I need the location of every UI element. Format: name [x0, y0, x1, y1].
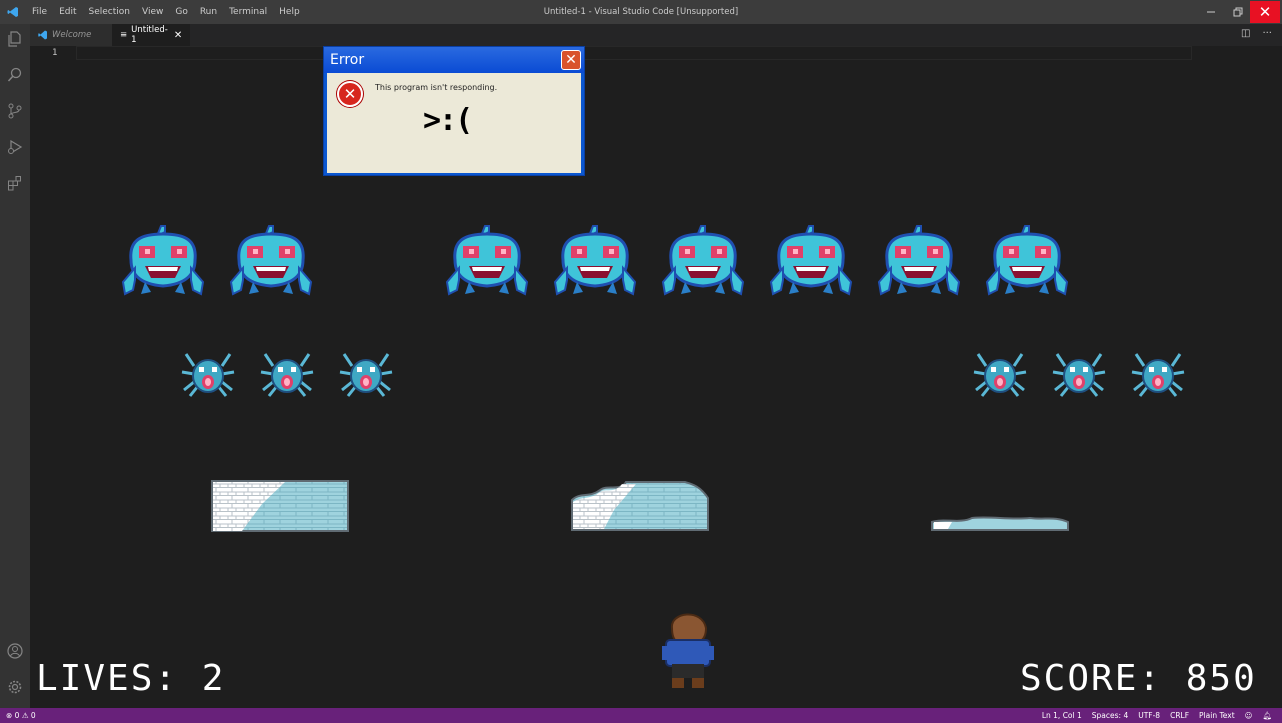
error-dialog: Error ✕ ✕ This program isn't responding.… — [323, 46, 585, 176]
line-ending[interactable]: CRLF — [1170, 708, 1189, 723]
bunker-left — [211, 480, 349, 532]
language-mode[interactable]: Plain Text — [1199, 708, 1235, 723]
spider-enemy — [180, 352, 236, 398]
indentation[interactable]: Spaces: 4 — [1092, 708, 1128, 723]
player-character[interactable] — [662, 613, 714, 688]
big-alien-enemy — [769, 224, 853, 296]
cursor-position[interactable]: Ln 1, Col 1 — [1042, 708, 1082, 723]
feedback-icon[interactable]: ☺ — [1245, 708, 1253, 723]
big-alien-enemy — [229, 224, 313, 296]
bunker-right — [931, 516, 1069, 531]
game-canvas — [121, 224, 1186, 688]
angry-face-text: >:( — [423, 103, 473, 138]
spider-enemy — [338, 352, 394, 398]
big-alien-enemy — [661, 224, 745, 296]
big-alien-enemy — [877, 224, 961, 296]
spider-enemy — [972, 352, 1028, 398]
spider-enemy — [1130, 352, 1186, 398]
big-alien-enemy — [553, 224, 637, 296]
big-alien-enemy — [121, 224, 205, 296]
close-icon: ✕ — [565, 52, 577, 68]
dialog-body: ✕ This program isn't responding. >:( — [327, 73, 581, 173]
error-icon: ✕ — [337, 81, 363, 107]
lives-counter: LIVES: 2 — [36, 658, 226, 699]
status-bar: ⊗ 0 ⚠ 0 Ln 1, Col 1 Spaces: 4 UTF-8 CRLF… — [0, 708, 1282, 723]
big-alien-enemy — [985, 224, 1069, 296]
dialog-title: Error — [324, 47, 584, 73]
dialog-message: This program isn't responding. — [375, 83, 498, 92]
problems-indicator[interactable]: ⊗ 0 ⚠ 0 — [6, 708, 36, 723]
big-alien-enemy — [445, 224, 529, 296]
bell-icon[interactable]: 🔔︎ — [1262, 708, 1272, 723]
app-window: File Edit Selection View Go Run Terminal… — [0, 0, 1282, 723]
spider-enemy — [259, 352, 315, 398]
dialog-close-button[interactable]: ✕ — [561, 50, 581, 70]
score-counter: SCORE: 850 — [1020, 658, 1257, 699]
spider-enemy — [1051, 352, 1107, 398]
encoding[interactable]: UTF-8 — [1138, 708, 1160, 723]
bunker-middle — [571, 481, 709, 531]
